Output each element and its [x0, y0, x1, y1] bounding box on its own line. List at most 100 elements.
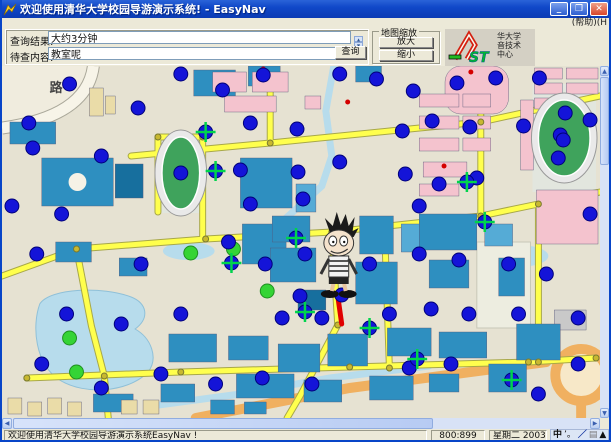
poi-dot-blue[interactable] — [291, 165, 305, 179]
h-scroll-thumb[interactable] — [13, 418, 433, 429]
poi-dot-blue[interactable] — [571, 357, 585, 371]
ime-punct-icon[interactable]: ’。 — [564, 430, 576, 441]
poi-dot-blue[interactable] — [398, 167, 412, 181]
poi-dot-blue[interactable] — [450, 76, 464, 90]
poi-dot-blue[interactable] — [444, 357, 458, 371]
poi-dot-blue[interactable] — [539, 267, 553, 281]
poi-dot-blue[interactable] — [502, 257, 516, 271]
close-button[interactable]: ✕ — [590, 2, 608, 16]
zoom-in-button[interactable]: 放大 — [379, 37, 433, 48]
poi-dot-blue[interactable] — [35, 357, 49, 371]
map-building — [439, 332, 487, 358]
poi-dot-blue[interactable] — [462, 307, 476, 321]
map-viewport[interactable]: 路 — [2, 66, 600, 418]
poi-dot-blue[interactable] — [131, 101, 145, 115]
poi-dot-blue[interactable] — [432, 177, 446, 191]
poi-dot-blue[interactable] — [296, 192, 310, 206]
poi-dot-blue[interactable] — [425, 114, 439, 128]
poi-dot-blue[interactable] — [424, 302, 438, 316]
poi-dot-blue[interactable] — [94, 149, 108, 163]
poi-dot-blue[interactable] — [406, 84, 420, 98]
poi-dot-blue[interactable] — [5, 199, 19, 213]
poi-dot-blue[interactable] — [275, 311, 289, 325]
poi-dot-blue[interactable] — [60, 307, 74, 321]
poi-dot-blue[interactable] — [255, 371, 269, 385]
poi-dot-green[interactable] — [70, 365, 84, 379]
scroll-right-icon[interactable]: ▶ — [590, 418, 600, 429]
help-menu[interactable]: (帮助)(H — [572, 18, 607, 28]
poi-dot-blue[interactable] — [532, 71, 546, 85]
poi-dot-blue[interactable] — [333, 155, 347, 169]
poi-dot-blue[interactable] — [63, 77, 77, 91]
poi-dot-blue[interactable] — [489, 71, 503, 85]
poi-dot-blue[interactable] — [315, 311, 329, 325]
ime-pen-icon[interactable]: ／ — [578, 430, 587, 441]
poi-dot-blue[interactable] — [134, 257, 148, 271]
poi-dot-blue[interactable] — [452, 253, 466, 267]
ime-lang-icon[interactable]: 中 — [553, 430, 562, 441]
poi-dot-blue[interactable] — [412, 199, 426, 213]
poi-dot-blue[interactable] — [583, 113, 597, 127]
map-building — [244, 402, 266, 414]
poi-dot-blue[interactable] — [290, 122, 304, 136]
poi-dot-blue[interactable] — [463, 120, 477, 134]
poi-dot-blue[interactable] — [556, 133, 570, 147]
poi-dot-blue[interactable] — [22, 116, 36, 130]
result-field[interactable] — [48, 31, 351, 44]
poi-dot-blue[interactable] — [395, 124, 409, 138]
poi-dot-blue[interactable] — [551, 151, 565, 165]
poi-dot-blue[interactable] — [94, 381, 108, 395]
poi-dot-blue[interactable] — [512, 307, 526, 321]
query-input[interactable] — [48, 47, 351, 60]
poi-dot-blue[interactable] — [333, 67, 347, 81]
ime-keyboard-icon[interactable]: ▤ — [589, 430, 598, 441]
minimize-button[interactable]: _ — [550, 2, 568, 16]
horizontal-scrollbar[interactable]: ◀ ▶ — [2, 418, 600, 429]
poi-dot-blue[interactable] — [216, 83, 230, 97]
poi-dot-blue[interactable] — [30, 247, 44, 261]
poi-dot-blue[interactable] — [298, 247, 312, 261]
poi-dot-blue[interactable] — [517, 119, 531, 133]
poi-dot-blue[interactable] — [114, 317, 128, 331]
poi-dot-blue[interactable] — [174, 166, 188, 180]
poi-dot-blue[interactable] — [571, 311, 585, 325]
poi-dot-blue[interactable] — [583, 207, 597, 221]
toolbar: 查询结果: 待查内容: ▲ ▼ 查询 地图缩放 放大 缩小 ST 华大学 音技术… — [2, 29, 609, 66]
maximize-button[interactable]: ❐ — [570, 2, 588, 16]
campus-map-svg[interactable]: 路 — [2, 66, 600, 418]
poi-dot-blue[interactable] — [305, 377, 319, 391]
poi-dot-blue[interactable] — [233, 163, 247, 177]
scroll-up-icon[interactable]: ▲ — [600, 66, 609, 76]
poi-dot-blue[interactable] — [55, 207, 69, 221]
poi-dot-blue[interactable] — [370, 72, 384, 86]
poi-dot-green[interactable] — [63, 331, 77, 345]
poi-dot-blue[interactable] — [243, 197, 257, 211]
poi-dot-blue[interactable] — [209, 377, 223, 391]
vertical-scrollbar[interactable]: ▲ ▼ — [600, 66, 609, 418]
poi-dot-blue[interactable] — [293, 289, 307, 303]
poi-dot-blue[interactable] — [26, 141, 40, 155]
zoom-out-button[interactable]: 缩小 — [379, 50, 433, 61]
poi-dot-blue[interactable] — [243, 116, 257, 130]
search-button[interactable]: 查询 — [335, 46, 366, 59]
poi-dot-blue[interactable] — [363, 257, 377, 271]
status-message: 欢迎使用清华大学校园导游演示系统EasyNav ! — [4, 430, 427, 441]
ime-bar[interactable]: 中 ’。 ／ ▤ ▲ — [550, 429, 609, 442]
poi-dot-green[interactable] — [184, 246, 198, 260]
poi-dot-green[interactable] — [260, 284, 274, 298]
poi-dot-blue[interactable] — [258, 257, 272, 271]
poi-dot-blue[interactable] — [256, 68, 270, 82]
poi-dot-blue[interactable] — [174, 67, 188, 81]
poi-dot-blue[interactable] — [531, 387, 545, 401]
v-scroll-thumb[interactable] — [600, 77, 609, 165]
scroll-left-icon[interactable]: ◀ — [2, 418, 12, 429]
poi-dot-blue[interactable] — [174, 307, 188, 321]
poi-dot-blue[interactable] — [154, 367, 168, 381]
poi-dot-blue[interactable] — [412, 247, 426, 261]
poi-dot-blue[interactable] — [382, 307, 396, 321]
poi-dot-blue[interactable] — [222, 235, 236, 249]
map-red-dot — [442, 164, 447, 169]
ime-arrow-icon[interactable]: ▲ — [599, 430, 606, 441]
scroll-down-icon[interactable]: ▼ — [600, 408, 609, 418]
poi-dot-blue[interactable] — [558, 106, 572, 120]
